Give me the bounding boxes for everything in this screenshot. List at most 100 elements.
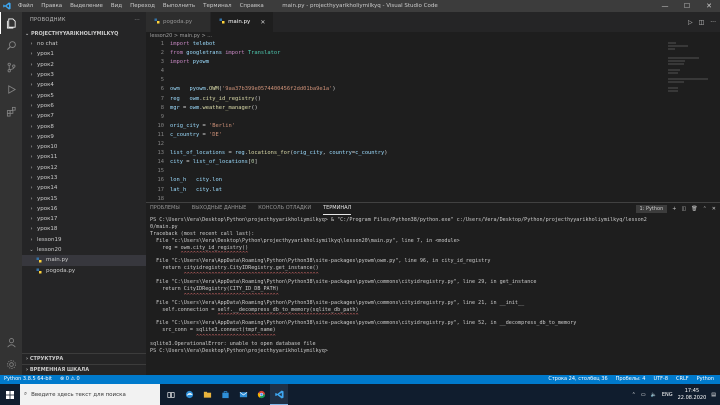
extensions-icon[interactable]	[0, 100, 22, 122]
status-item[interactable]: Python	[697, 375, 714, 384]
terminal-output[interactable]: PS C:\Users\Vera\Desktop\Python\projecth…	[146, 214, 720, 374]
add-terminal-icon[interactable]: +	[672, 206, 676, 212]
chevron-right-icon: ›	[30, 236, 33, 243]
status-item[interactable]: Python 3.8.5 64-bit	[4, 375, 52, 384]
folder-item[interactable]: ⌄ lesson20	[22, 245, 146, 255]
minimize-icon[interactable]: —	[654, 0, 676, 12]
chrome-icon[interactable]	[252, 384, 270, 405]
vscode-taskbar-icon[interactable]	[270, 384, 288, 405]
network-icon[interactable]: ▭	[641, 392, 646, 398]
language-indicator[interactable]: ENG	[662, 392, 673, 398]
folder-item[interactable]: › no chat	[22, 39, 146, 49]
more-actions-icon[interactable]: ···	[710, 19, 716, 26]
file-item[interactable]: pogoda.py	[22, 266, 146, 276]
status-item[interactable]: CRLF	[676, 375, 689, 384]
windows-start-icon[interactable]	[0, 384, 20, 405]
tab-main-py[interactable]: main.py ✕	[211, 12, 275, 32]
folder-item[interactable]: › урок8	[22, 121, 146, 131]
breadcrumb[interactable]: lesson20 > main.py > ...	[146, 32, 720, 40]
menu-item[interactable]: Справка	[236, 0, 268, 12]
status-item[interactable]: Пробелы: 4	[616, 375, 646, 384]
line-number: 6	[160, 86, 164, 93]
run-debug-icon[interactable]	[0, 78, 22, 100]
search-icon[interactable]	[0, 34, 22, 56]
menu-item[interactable]: Файл	[14, 0, 37, 12]
status-item[interactable]: Строка 24, столбец 36	[548, 375, 607, 384]
source-control-icon[interactable]	[0, 56, 22, 78]
status-item[interactable]: ⊗ 0 ⚠ 0	[60, 375, 80, 384]
mail-icon[interactable]	[234, 384, 252, 405]
chevron-right-icon: ›	[30, 72, 33, 79]
panel-tab[interactable]: КОНСОЛЬ ОТЛАДКИ	[258, 203, 311, 214]
split-terminal-icon[interactable]: ◫	[682, 206, 687, 212]
python-file-icon	[36, 257, 42, 263]
minimap[interactable]	[668, 42, 708, 102]
gear-icon[interactable]	[0, 353, 22, 375]
chevron-up-icon[interactable]: ⌃	[703, 206, 707, 212]
panel-tab[interactable]: ТЕРМИНАЛ	[323, 203, 352, 215]
folder-item[interactable]: › урок15	[22, 193, 146, 203]
folder-item[interactable]: › урок1	[22, 49, 146, 59]
menu-item[interactable]: Переход	[126, 0, 159, 12]
folder-item[interactable]: › урок18	[22, 224, 146, 234]
folder-item[interactable]: › урок11	[22, 152, 146, 162]
terminal-line: ^^^^^^^^^^^^^^^^^^^^^^^^^^	[150, 334, 276, 341]
folder-item[interactable]: › урок3	[22, 70, 146, 80]
folder-item[interactable]: › урок5	[22, 90, 146, 100]
task-view-icon[interactable]	[162, 384, 180, 405]
trash-icon[interactable]: 🗑	[691, 206, 697, 212]
menu-item[interactable]: Правка	[37, 0, 66, 12]
folder-item[interactable]: › урок6	[22, 101, 146, 111]
folder-item[interactable]: › урок10	[22, 142, 146, 152]
folder-item[interactable]: › урок13	[22, 173, 146, 183]
explorer-icon[interactable]	[0, 12, 22, 34]
chevron-up-icon[interactable]: ⌃	[632, 392, 636, 398]
folder-item[interactable]: › урок7	[22, 111, 146, 121]
file-item[interactable]: main.py	[22, 255, 146, 266]
tree-item-label: lesson20	[37, 247, 62, 254]
folder-item[interactable]: › урок17	[22, 214, 146, 224]
volume-icon[interactable]: 🔈	[651, 392, 657, 398]
folder-item[interactable]: › урок12	[22, 163, 146, 173]
code-editor[interactable]: 1 import telebot 2 from googletrans import …	[146, 40, 720, 202]
taskbar-search[interactable]: ⌕ Введите здесь текст для поиска	[20, 384, 160, 405]
terminal-select[interactable]: 1: Python	[635, 204, 668, 213]
panel-tab[interactable]: ВЫХОДНЫЕ ДАННЫЕ	[192, 203, 246, 214]
menu-item[interactable]: Вид	[107, 0, 126, 12]
clock[interactable]: 17:45 22.08.2020	[678, 388, 707, 401]
split-editor-icon[interactable]: ◫	[699, 19, 705, 26]
folder-item[interactable]: › урок4	[22, 80, 146, 90]
tree-item-label: урок7	[37, 113, 54, 120]
file-explorer-icon[interactable]	[198, 384, 216, 405]
code-text: mgr = owm.weather_manager()	[170, 104, 258, 111]
folder-item[interactable]: › урок2	[22, 60, 146, 70]
maximize-icon[interactable]: ☐	[676, 0, 698, 12]
folder-item[interactable]: › урок16	[22, 204, 146, 214]
close-panel-icon[interactable]: ✕	[712, 206, 716, 212]
notifications-icon[interactable]: ▤	[711, 392, 716, 398]
close-icon[interactable]: ✕	[698, 0, 720, 12]
more-actions-icon[interactable]: ···	[134, 12, 140, 29]
account-icon[interactable]	[0, 331, 22, 353]
folder-item[interactable]: › урок14	[22, 183, 146, 193]
panel-tab[interactable]: ПРОБЛЕМЫ	[150, 203, 180, 214]
close-tab-icon[interactable]: ✕	[260, 19, 265, 26]
workspace-folder[interactable]: ⌄ PROJECTHYYARIKHOLIYMILKYQ	[22, 29, 146, 39]
store-icon[interactable]	[216, 384, 234, 405]
terminal-line: File "C:\Users\Vera\AppData\Roaming\Pyth…	[150, 320, 577, 327]
timeline-section[interactable]: › ВРЕМЕННАЯ ШКАЛА	[22, 364, 146, 374]
code-line: 9	[146, 113, 720, 122]
menu-item[interactable]: Выделение	[66, 0, 107, 12]
tab-pogoda-py[interactable]: pogoda.py	[146, 12, 212, 32]
line-number: 13	[157, 150, 165, 157]
chevron-right-icon: ›	[30, 216, 33, 223]
menu-item[interactable]: Выполнить	[159, 0, 199, 12]
outline-section[interactable]: › СТРУКТУРА	[22, 353, 146, 363]
run-file-icon[interactable]: ▷	[688, 19, 693, 26]
folder-item[interactable]: › урок9	[22, 132, 146, 142]
edge-icon[interactable]	[180, 384, 198, 405]
status-item[interactable]: UTF-8	[653, 375, 668, 384]
folder-item[interactable]: › lesson19	[22, 235, 146, 245]
menu-item[interactable]: Терминал	[199, 0, 235, 12]
line-number: 1	[160, 41, 164, 47]
